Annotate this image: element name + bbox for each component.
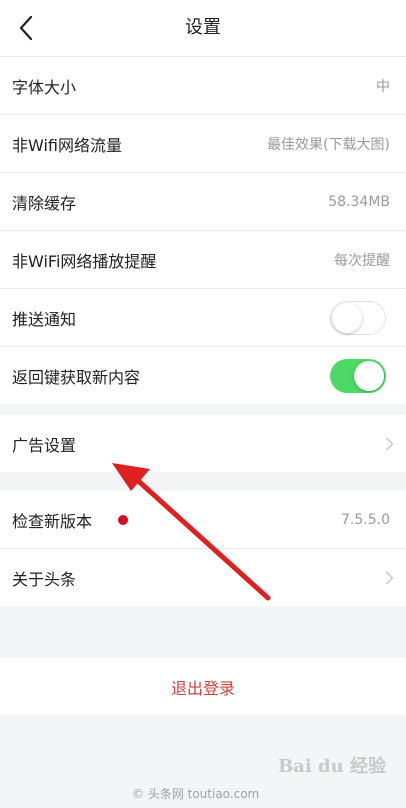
setting-value: 中 (376, 78, 390, 95)
push-notification-toggle[interactable] (330, 300, 386, 335)
toggle-knob (354, 360, 384, 391)
toutiao-watermark: © 头条网 toutiao.com (132, 787, 260, 801)
setting-check-update[interactable]: 检查新版本 7.5.5.0 (0, 491, 406, 549)
chevron-right-icon (385, 570, 394, 585)
setting-label: 推送通知 (12, 309, 77, 329)
page-title: 设置 (185, 17, 221, 38)
update-badge-dot (118, 514, 128, 525)
setting-value: 58.34MB (328, 193, 390, 210)
back-refresh-toggle[interactable] (330, 358, 386, 393)
setting-non-wifi-traffic[interactable]: 非Wifi网络流量 最佳效果(下载大图) (0, 115, 406, 173)
setting-clear-cache[interactable]: 清除缓存 58.34MB (0, 173, 406, 231)
setting-label: 非WiFi网络播放提醒 (12, 251, 157, 271)
setting-back-refresh: 返回键获取新内容 (0, 347, 406, 404)
settings-group-general: 字体大小 中 非Wifi网络流量 最佳效果(下载大图) 清除缓存 58.34MB… (0, 57, 406, 404)
setting-label: 清除缓存 (12, 193, 77, 213)
setting-value: 7.5.5.0 (341, 511, 390, 528)
setting-non-wifi-play-reminder[interactable]: 非WiFi网络播放提醒 每次提醒 (0, 231, 406, 289)
setting-value: 每次提醒 (334, 252, 390, 269)
setting-label: 字体大小 (12, 77, 77, 97)
chevron-right-icon (385, 436, 394, 451)
setting-label: 检查新版本 (12, 511, 93, 531)
settings-group-ads: 广告设置 (0, 415, 406, 472)
baidu-watermark: Bai du 经验 (278, 756, 386, 777)
setting-label: 广告设置 (12, 435, 77, 455)
toggle-knob (332, 302, 362, 333)
top-bar: 设置 (0, 0, 406, 57)
logout-button[interactable]: 退出登录 (0, 658, 406, 715)
logout-label: 退出登录 (170, 678, 235, 698)
setting-about-toutiao[interactable]: 关于头条 (0, 549, 406, 606)
setting-label: 关于头条 (12, 569, 77, 589)
setting-font-size[interactable]: 字体大小 中 (0, 57, 406, 115)
setting-value: 最佳效果(下载大图) (267, 136, 390, 153)
setting-push-notification: 推送通知 (0, 289, 406, 347)
setting-label: 非Wifi网络流量 (12, 135, 122, 155)
setting-ads[interactable]: 广告设置 (0, 415, 406, 472)
setting-label: 返回键获取新内容 (12, 367, 141, 387)
settings-group-about: 检查新版本 7.5.5.0 关于头条 (0, 491, 406, 606)
